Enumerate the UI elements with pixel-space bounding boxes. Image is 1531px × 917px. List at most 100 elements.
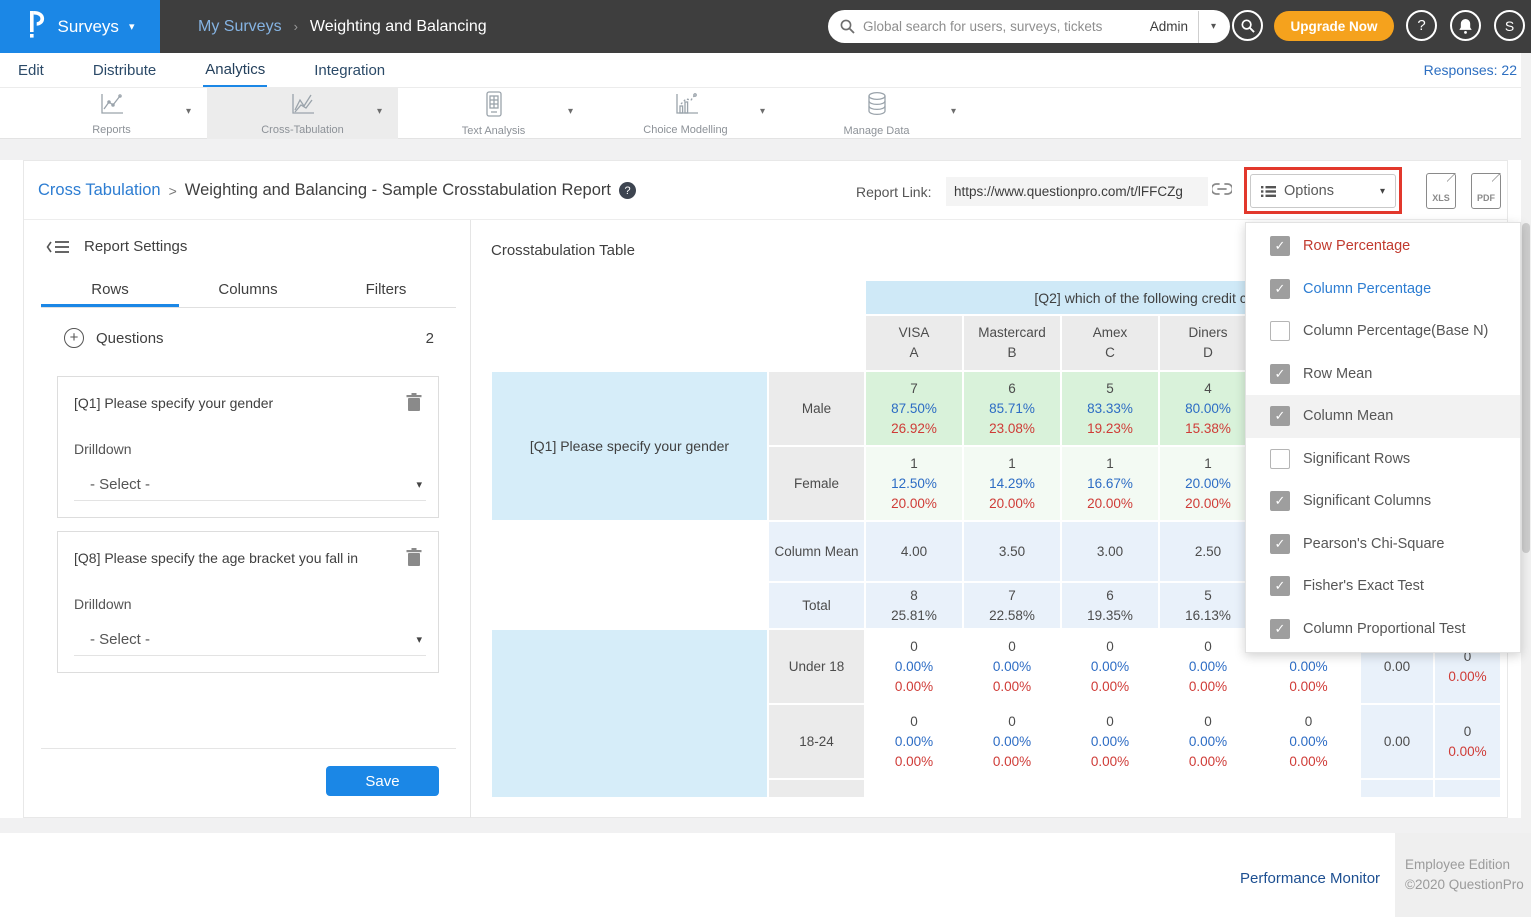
partial-row-cells [866,780,1359,797]
menu-item-row-percentage[interactable]: ✓ Row Percentage [1246,225,1520,268]
pdf-icon: PDF [1472,193,1500,203]
menu-item-row-mean[interactable]: ✓ Row Mean [1246,353,1520,396]
data-cell: 0 0.00% 0.00% [1160,705,1256,778]
data-cell: 0 0.00% 0.00% [866,630,962,703]
tool-label: Manage Data [843,125,909,137]
menu-item-column-percentage-base-n[interactable]: Column Percentage(Base N) [1246,310,1520,353]
checkbox[interactable]: ✓ [1270,491,1290,511]
tab-rows[interactable]: Rows [41,278,179,307]
menu-item-significant-rows[interactable]: Significant Rows [1246,438,1520,481]
list-options-icon [1261,185,1276,198]
tool-label: Choice Modelling [643,124,727,136]
tool-choice-modelling[interactable]: Choice Modelling [590,88,781,139]
row-label-column-mean: Column Mean [769,522,864,581]
reports-caret-icon[interactable]: ▾ [186,106,191,117]
export-xls-button[interactable]: XLS [1426,173,1456,209]
question-card-q8: [Q8] Please specify the age bracket you … [57,531,439,673]
col-header-diners: Diners D [1160,316,1256,370]
menu-item-significant-columns[interactable]: ✓ Significant Columns [1246,480,1520,523]
questions-row: + Questions 2 [64,328,434,348]
checkbox[interactable]: ✓ [1270,236,1290,256]
report-link-input[interactable] [946,177,1208,206]
select-value: - Select - [90,631,150,648]
report-breadcrumb: Cross Tabulation > Weighting and Balanci… [38,181,636,200]
nav-item-analytics[interactable]: Analytics [203,54,267,87]
checkbox[interactable]: ✓ [1270,534,1290,554]
mean-cell: 3.50 [964,522,1060,581]
checkbox[interactable]: ✓ [1270,364,1290,384]
settings-tabs: Rows Columns Filters [41,278,456,308]
data-cell: 7 87.50% 26.92% [866,372,962,445]
checkbox[interactable]: ✓ [1270,576,1290,596]
product-switcher[interactable]: Surveys ▾ [0,0,160,53]
page-scrollbar[interactable] [1521,53,1531,917]
tab-filters[interactable]: Filters [317,278,455,307]
drilldown-select[interactable]: - Select - ▾ [74,624,426,656]
breadcrumb-separator: > [169,183,177,199]
tab-columns[interactable]: Columns [179,278,317,307]
tool-cross-tabulation[interactable]: Cross-Tabulation [207,88,398,139]
data-cell: 4 80.00% 15.38% [1160,372,1256,445]
manage-data-caret-icon[interactable]: ▾ [951,106,956,117]
drilldown-select[interactable]: - Select - ▾ [74,469,426,501]
checkbox[interactable] [1270,449,1290,469]
nav-item-distribute[interactable]: Distribute [91,55,158,86]
row-label-male: Male [769,372,864,445]
search-scope[interactable]: Admin [1150,19,1188,34]
row-mean-cell: 0.00 [1361,705,1433,778]
help-button[interactable]: ? [1406,10,1437,41]
search-input[interactable] [863,19,1144,34]
notifications-button[interactable] [1450,10,1481,41]
menu-item-fishers-exact-test[interactable]: ✓ Fisher's Exact Test [1246,565,1520,608]
tool-label: Reports [92,124,131,136]
report-help-icon[interactable]: ? [619,182,636,199]
tool-label: Text Analysis [462,125,526,137]
partial-row-label [769,780,864,797]
upgrade-now-button[interactable]: Upgrade Now [1274,11,1394,41]
menu-item-column-mean[interactable]: ✓ Column Mean [1246,395,1520,438]
text-analysis-caret-icon[interactable]: ▾ [568,106,573,117]
menu-item-column-proportional-test[interactable]: ✓ Column Proportional Test [1246,608,1520,651]
delete-question-button[interactable] [406,393,422,417]
tool-manage-data[interactable]: Manage Data [781,88,972,139]
data-cell: 1 20.00% 20.00% [1160,447,1256,520]
tool-text-analysis[interactable]: Text Analysis [398,88,589,139]
menu-item-column-percentage[interactable]: ✓ Column Percentage [1246,268,1520,311]
menu-item-pearsons-chi-square[interactable]: ✓ Pearson's Chi-Square [1246,523,1520,566]
database-icon [865,91,889,122]
background-band [0,139,1531,160]
report-settings-header: Report Settings [46,238,187,255]
breadcrumb-my-surveys[interactable]: My Surveys [198,18,282,36]
product-name: Surveys [58,17,119,37]
checkbox[interactable] [1270,321,1290,341]
account-avatar[interactable]: S [1494,10,1525,41]
data-cell: 6 85.71% 23.08% [964,372,1060,445]
cross-tabulation-link[interactable]: Cross Tabulation [38,181,161,200]
delete-question-button[interactable] [406,548,422,572]
options-button[interactable]: Options ▾ [1250,174,1396,208]
tool-reports[interactable]: Reports [16,88,207,139]
report-settings-title: Report Settings [84,238,187,255]
nav-item-integration[interactable]: Integration [312,55,387,86]
scrollbar-thumb[interactable] [1522,223,1530,553]
choice-modelling-caret-icon[interactable]: ▾ [760,106,765,117]
data-cell: 0 0.00% 0.00% [1258,705,1359,778]
data-cell: 0 0.00% 0.00% [1160,630,1256,703]
add-question-button[interactable]: + [64,328,84,348]
checkbox[interactable]: ✓ [1270,279,1290,299]
performance-monitor-link[interactable]: Performance Monitor [1240,870,1380,887]
breadcrumb-current: Weighting and Balancing [310,18,487,36]
save-button[interactable]: Save [326,766,439,796]
nav-item-edit[interactable]: Edit [16,55,46,86]
link-icon[interactable] [1212,182,1232,200]
search-scope-caret-icon[interactable]: ▾ [1211,21,1216,32]
options-dropdown-menu: ✓ Row Percentage ✓ Column Percentage Col… [1245,222,1521,653]
checkbox[interactable]: ✓ [1270,619,1290,639]
cross-tabulation-caret-icon[interactable]: ▾ [377,106,382,117]
search-submit-button[interactable] [1232,10,1263,41]
collapse-panel-icon[interactable] [46,239,70,255]
select-caret-icon: ▾ [416,478,422,491]
checkbox[interactable]: ✓ [1270,406,1290,426]
row-question-label: [Q1] Please specify your gender [492,372,767,520]
export-pdf-button[interactable]: PDF [1471,173,1501,209]
